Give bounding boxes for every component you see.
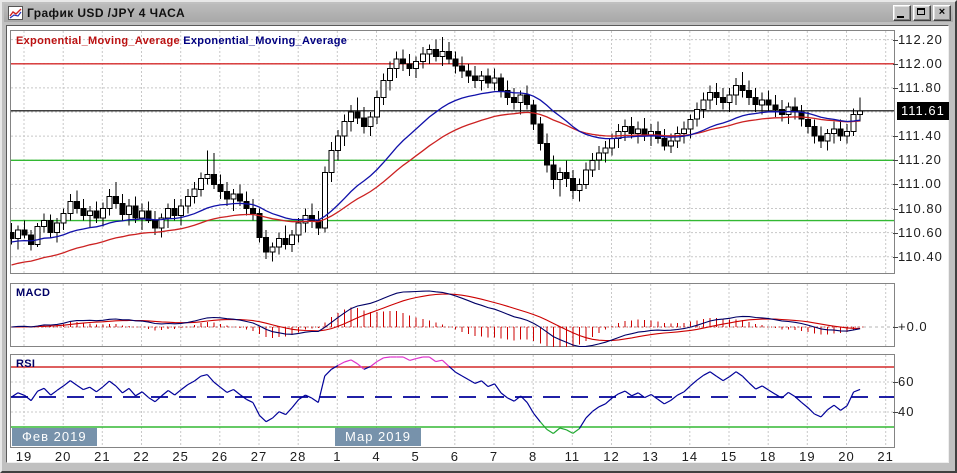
rsi-label: RSI	[16, 358, 35, 370]
rsi-tick-label: 60	[898, 374, 914, 389]
maximize-icon	[917, 8, 925, 15]
close-icon: ×	[934, 6, 950, 20]
day-tick-label: 28	[283, 449, 313, 464]
price-tick-label: 111.40	[898, 128, 942, 143]
price-tick-label: 111.20	[898, 152, 942, 167]
day-tick-label: 6	[440, 449, 470, 464]
price-tick-label: 112.20	[898, 32, 943, 47]
axis-tick-mark	[893, 136, 898, 137]
day-tick-label: 4	[362, 449, 392, 464]
day-tick-label: 26	[205, 449, 235, 464]
axis-tick-mark	[893, 382, 898, 383]
close-button[interactable]: ×	[933, 5, 951, 21]
axis-tick-mark	[893, 209, 898, 210]
day-tick-label: 7	[479, 449, 509, 464]
day-tick-label: 18	[753, 449, 783, 464]
day-tick-label: 21	[871, 449, 901, 464]
minimize-button[interactable]	[893, 5, 911, 21]
rsi-tick-label: 40	[898, 404, 914, 419]
price-chart-panel[interactable]	[10, 30, 895, 274]
price-tick-label: 111.00	[898, 176, 942, 191]
current-price-badge: 111.61	[897, 102, 949, 120]
macd-panel[interactable]	[10, 283, 895, 347]
window-titlebar[interactable]: График USD /JPY 4 ЧАСА ×	[4, 4, 953, 22]
day-tick-label: 11	[557, 449, 587, 464]
window-title: График USD /JPY 4 ЧАСА	[27, 6, 185, 20]
macd-label: MACD	[16, 287, 50, 299]
axis-tick-mark	[893, 233, 898, 234]
axis-tick-mark	[893, 88, 898, 89]
day-tick-label: 19	[792, 449, 822, 464]
month-label: Мар 2019	[335, 428, 421, 446]
day-tick-label: 20	[48, 449, 78, 464]
maximize-button[interactable]	[913, 5, 931, 21]
price-tick-label: 110.80	[898, 201, 943, 216]
ema-legend-blue: Exponential_Moving_Average	[183, 35, 347, 47]
macd-zero-label: +0.0	[898, 319, 928, 334]
axis-tick-mark	[893, 257, 898, 258]
day-tick-label: 5	[401, 449, 431, 464]
month-label: Фев 2019	[12, 428, 97, 446]
day-tick-label: 21	[87, 449, 117, 464]
axis-tick-mark	[893, 64, 898, 65]
axis-tick-mark	[893, 40, 898, 41]
day-tick-label: 27	[244, 449, 274, 464]
day-tick-label: 22	[127, 449, 157, 464]
day-tick-label: 12	[597, 449, 627, 464]
day-tick-label: 8	[518, 449, 548, 464]
ema-legend-red: Exponential_Moving_Average	[16, 35, 180, 47]
axis-tick-mark	[893, 184, 898, 185]
price-tick-label: 110.60	[898, 225, 943, 240]
rsi-panel[interactable]	[10, 354, 895, 448]
day-tick-label: 13	[636, 449, 666, 464]
price-tick-label: 111.80	[898, 80, 942, 95]
day-tick-label: 14	[675, 449, 705, 464]
axis-tick-mark	[893, 412, 898, 413]
day-tick-label: 19	[9, 449, 39, 464]
day-tick-label: 15	[714, 449, 744, 464]
indicator-legend: Exponential_Moving_Average Exponential_M…	[16, 35, 347, 47]
price-tick-label: 112.00	[898, 56, 943, 71]
day-tick-label: 25	[166, 449, 196, 464]
day-tick-label: 20	[832, 449, 862, 464]
chart-window: График USD /JPY 4 ЧАСА × Exponential_Mov…	[0, 0, 957, 473]
axis-tick-mark	[893, 160, 898, 161]
day-tick-label: 1	[322, 449, 352, 464]
minimize-icon	[897, 16, 904, 18]
chart-app-icon	[8, 6, 23, 20]
price-tick-label: 110.40	[898, 249, 943, 264]
axis-tick-mark	[893, 327, 898, 328]
